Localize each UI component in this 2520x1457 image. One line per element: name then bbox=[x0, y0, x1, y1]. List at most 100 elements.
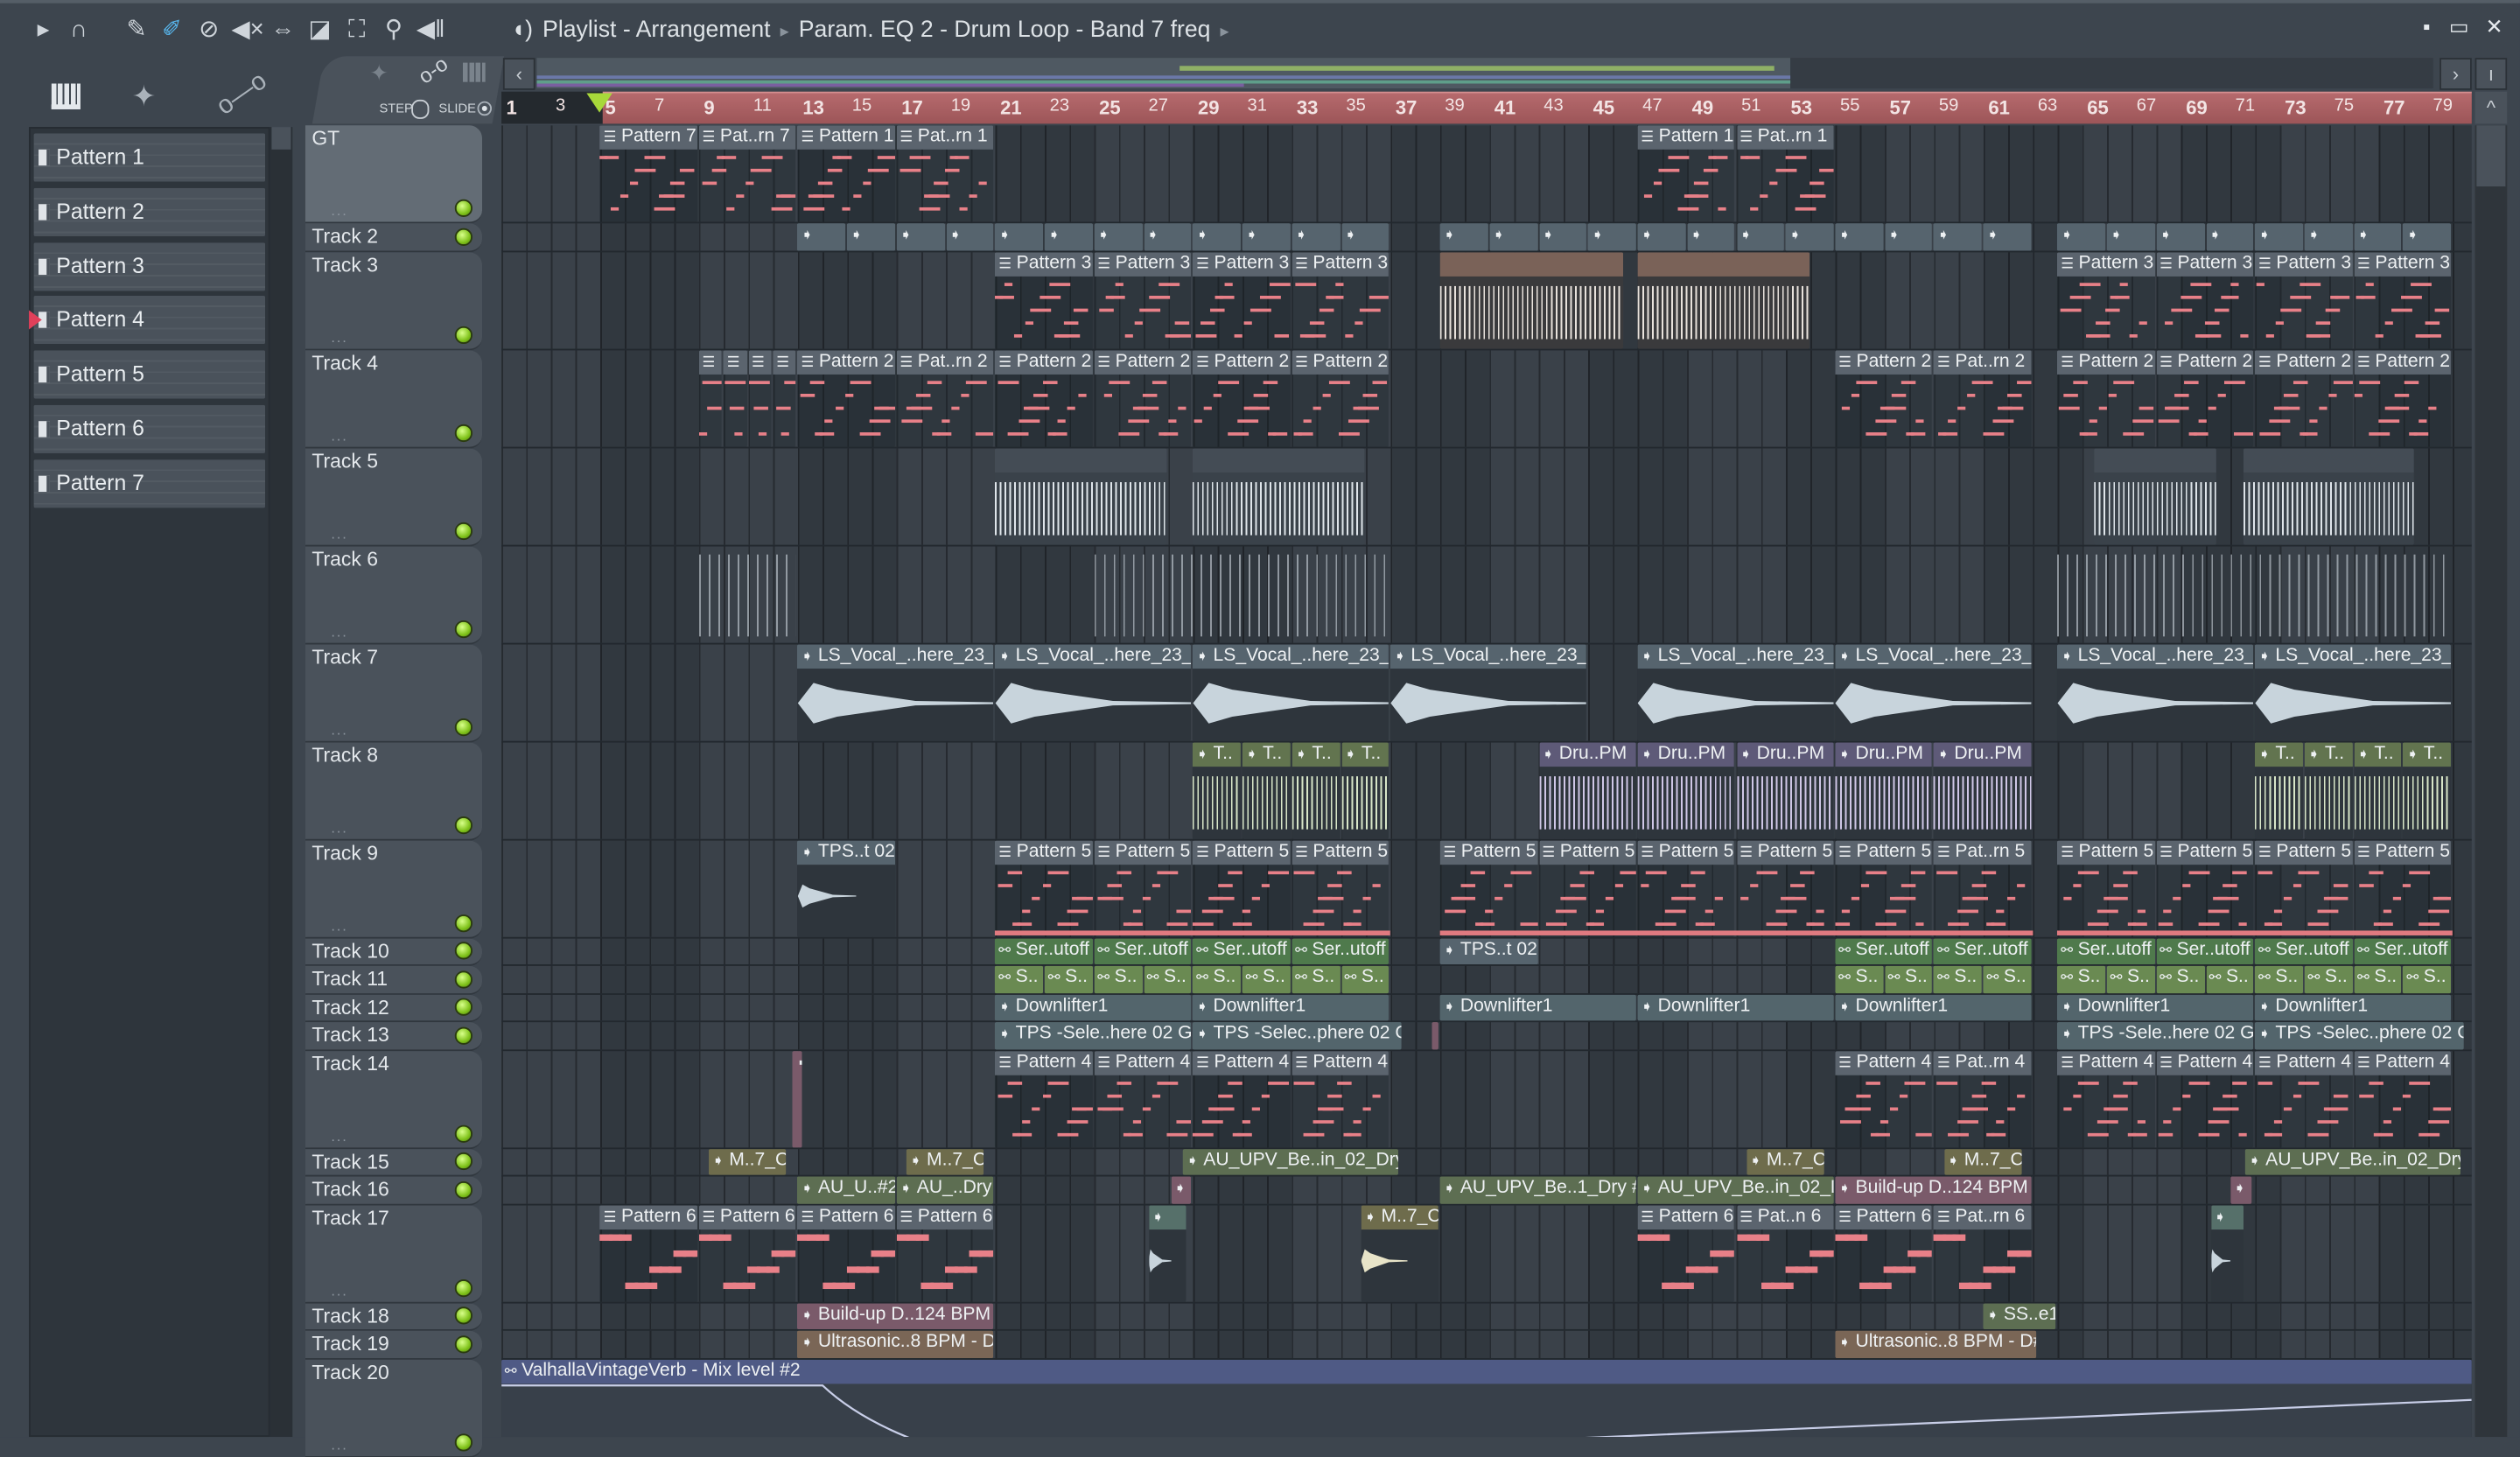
clip-brownwave[interactable] bbox=[1439, 251, 1624, 348]
track-row[interactable]: ➧ TPS..t 02 ☰ Pattern 5 ☰ Pattern 5 ☰ Pattern 5… bbox=[501, 839, 2472, 938]
pattern-filter-icon[interactable] bbox=[462, 62, 486, 82]
track-header[interactable]: Track 6... bbox=[304, 545, 483, 644]
timeline-ruler[interactable]: 1 3 5 7 9 11 13 15 17 19 21 23 25 27 29 31 33 35 37 39 41 43 4… bbox=[501, 91, 2472, 124]
track-options-icon[interactable]: ... bbox=[331, 1282, 347, 1298]
track-row[interactable]: ➧ M..7_C ➧ M..7_C ➧ AU_UPV_Be..in_02_Dry ➧ M..7… bbox=[501, 1148, 2472, 1177]
track-mute-led[interactable] bbox=[454, 620, 472, 638]
track-options-icon[interactable]: ... bbox=[331, 525, 347, 541]
delete-icon[interactable]: ⊘ bbox=[194, 15, 223, 47]
clip-teal[interactable]: ➧ Downlifter1 bbox=[1637, 993, 1834, 1021]
clip-brown[interactable]: ➧ Ultrasonic..8 BPM - D# bbox=[1835, 1330, 2037, 1358]
clip-pattern[interactable]: ☰ Pattern 3 bbox=[2255, 251, 2353, 348]
clip-pattern[interactable]: ☰ Pattern 3 bbox=[2156, 251, 2254, 348]
clip-auto[interactable]: ⚯ Ser..utoff bbox=[1292, 937, 1390, 965]
select-icon[interactable]: ⛶ bbox=[342, 15, 371, 47]
track-options-icon[interactable]: ... bbox=[331, 202, 347, 218]
track-row[interactable]: ➧ LS_Vocal_..here_23_E ➧ LS_Vocal_..here_23… bbox=[501, 643, 2472, 742]
clip-hits[interactable] bbox=[2243, 447, 2415, 544]
clip-olive[interactable]: ➧ M..7_C bbox=[1746, 1148, 1824, 1175]
mute-icon[interactable]: ◀× bbox=[231, 15, 263, 47]
clip-auto2[interactable]: ⚯ S.. bbox=[1340, 965, 1390, 993]
clip-gray[interactable]: ➧ bbox=[2057, 223, 2106, 250]
clip-pattern[interactable]: ☰ Pat..rn 4 bbox=[1934, 1050, 2032, 1147]
playhead-marker[interactable] bbox=[587, 93, 613, 113]
clip-auto[interactable]: ⚯ Ser..utoff bbox=[1094, 937, 1192, 965]
clip-gray[interactable]: ➧ bbox=[1340, 223, 1390, 250]
piano-roll-icon[interactable] bbox=[51, 83, 80, 109]
clip-vocal[interactable]: ➧ LS_Vocal_..here_23_B bbox=[995, 643, 1192, 740]
clip-pattern6[interactable]: ☰ Pattern 6 bbox=[896, 1204, 994, 1301]
clip-gray[interactable]: ➧ bbox=[946, 223, 994, 250]
track-mute-led[interactable] bbox=[454, 1124, 472, 1142]
clip-pattern5[interactable]: ☰ Pattern 5 bbox=[1094, 839, 1192, 936]
clip-auto2[interactable]: ⚯ S.. bbox=[1292, 965, 1340, 993]
vertical-scrollbar[interactable] bbox=[2474, 125, 2508, 1438]
clip-auto[interactable]: ⚯ Ser..utoff bbox=[2057, 937, 2155, 965]
track-name[interactable]: Track 16 bbox=[312, 1178, 388, 1201]
clip-pattern5[interactable]: ☰ Pattern 5 bbox=[2354, 839, 2452, 936]
track-name[interactable]: Track 17 bbox=[312, 1206, 388, 1229]
track-name[interactable]: Track 11 bbox=[312, 968, 388, 991]
track-name[interactable]: Track 15 bbox=[312, 1150, 388, 1173]
pencil-icon[interactable]: ✎ bbox=[122, 15, 151, 47]
track-name[interactable]: GT bbox=[312, 127, 340, 150]
clip-pattern[interactable]: ☰ Pattern 2 bbox=[1292, 349, 1390, 446]
clip-auto2[interactable]: ⚯ S.. bbox=[2403, 965, 2452, 993]
track-row[interactable]: ➧☰Pattern 4☰Pattern 4☰Pattern 4☰Pattern … bbox=[501, 1050, 2472, 1149]
clip-gray[interactable]: ➧ bbox=[1786, 223, 1834, 250]
track-options-icon[interactable]: ... bbox=[331, 917, 347, 933]
track-name[interactable]: Track 19 bbox=[312, 1333, 388, 1355]
zoom-icon[interactable]: ⚲ bbox=[379, 15, 408, 47]
clip-green[interactable]: ➧ SS..e1 bbox=[1983, 1302, 2056, 1329]
track-mute-led[interactable] bbox=[454, 199, 472, 217]
clip-gray[interactable]: ➧ bbox=[2403, 223, 2452, 250]
track-header[interactable]: Track 2 bbox=[304, 223, 483, 252]
magnet-icon[interactable]: ∩ bbox=[64, 15, 93, 47]
maximize-button[interactable]: ▭ bbox=[2446, 15, 2471, 44]
clip-greenwave[interactable]: ➧ T.. bbox=[1242, 741, 1291, 838]
pattern-list-item[interactable]: Pattern 7 bbox=[33, 459, 266, 508]
clip-pattern[interactable]: ☰ Pattern 4 bbox=[2156, 1050, 2254, 1147]
clip-gray[interactable]: ➧ bbox=[2205, 223, 2254, 250]
clip-pattern[interactable]: ☰ Pattern 2 bbox=[995, 349, 1093, 446]
track-mute-led[interactable] bbox=[454, 1306, 472, 1325]
clip-gray[interactable]: ➧ bbox=[1439, 223, 1488, 250]
track-name[interactable]: Track 4 bbox=[312, 351, 378, 374]
clip-olive[interactable]: ➧ M..7_C bbox=[709, 1148, 787, 1175]
clip-greenwave[interactable]: ➧ T.. bbox=[2403, 741, 2452, 838]
clip-gray[interactable]: ➧ bbox=[1144, 223, 1192, 250]
clip-teal[interactable]: ➧ Downlifter1 bbox=[1439, 993, 1636, 1021]
slice-icon[interactable]: ◪ bbox=[305, 15, 334, 47]
clip-valhalla[interactable]: ⚯ ValhallaVintageVerb - Mix level #2 bbox=[501, 1358, 2472, 1438]
track-options-icon[interactable]: ... bbox=[331, 1127, 347, 1143]
clip-pattern[interactable]: ☰ Pattern 4 bbox=[2057, 1050, 2155, 1147]
clip-pattern[interactable]: ☰ Pattern 1 bbox=[1637, 125, 1735, 222]
clip-gray[interactable]: ➧ bbox=[2156, 223, 2205, 250]
track-mute-led[interactable] bbox=[454, 1334, 472, 1353]
clip-auto[interactable]: ⚯ Ser..utoff bbox=[1193, 937, 1291, 965]
clip-green[interactable]: ➧AU_UPV_Be..in_02_Dry bbox=[1183, 1148, 1399, 1175]
scroll-left-button[interactable]: ‹ bbox=[502, 58, 536, 90]
track-header[interactable]: Track 18 bbox=[304, 1302, 483, 1331]
track-row[interactable]: ➧ Build-up D..124 BPM ➧ SS..e1 bbox=[501, 1302, 2472, 1331]
clip-pattern5[interactable]: ☰ Pattern 5 bbox=[1292, 839, 1390, 936]
clip-auto2[interactable]: ⚯ S.. bbox=[1144, 965, 1192, 993]
automation-icon[interactable]: o—o bbox=[212, 67, 273, 123]
clip-gray[interactable]: ➧ bbox=[2255, 223, 2303, 250]
track-mute-led[interactable] bbox=[454, 1026, 472, 1044]
clip-auto2[interactable]: ⚯ S.. bbox=[1983, 965, 2032, 993]
audio-clip-icon[interactable]: ✦ bbox=[132, 81, 157, 115]
scroll-right-button[interactable]: › bbox=[2440, 58, 2472, 90]
track-header[interactable]: Track 17... bbox=[304, 1204, 483, 1303]
scroll-up-button[interactable]: ^ bbox=[2474, 91, 2508, 124]
clip-pattern[interactable]: ☰ Pattern 2 bbox=[1193, 349, 1291, 446]
clip-pink[interactable]: ➧ Build-up D..124 BPM bbox=[797, 1302, 994, 1329]
track-name[interactable]: Track 13 bbox=[312, 1024, 388, 1047]
track-options-icon[interactable]: ... bbox=[331, 721, 347, 737]
clip-pattern[interactable]: ☰ Pattern 3 bbox=[995, 251, 1093, 348]
track-header[interactable]: Track 11 bbox=[304, 965, 483, 994]
clip-brown[interactable]: ➧ Ultrasonic..8 BPM - D# bbox=[797, 1330, 994, 1358]
clip-pattern[interactable]: ☰ Pattern 2 bbox=[1094, 349, 1192, 446]
track-name[interactable]: Track 8 bbox=[312, 743, 378, 766]
clip-olive[interactable]: ➧ M..7_C bbox=[906, 1148, 984, 1175]
